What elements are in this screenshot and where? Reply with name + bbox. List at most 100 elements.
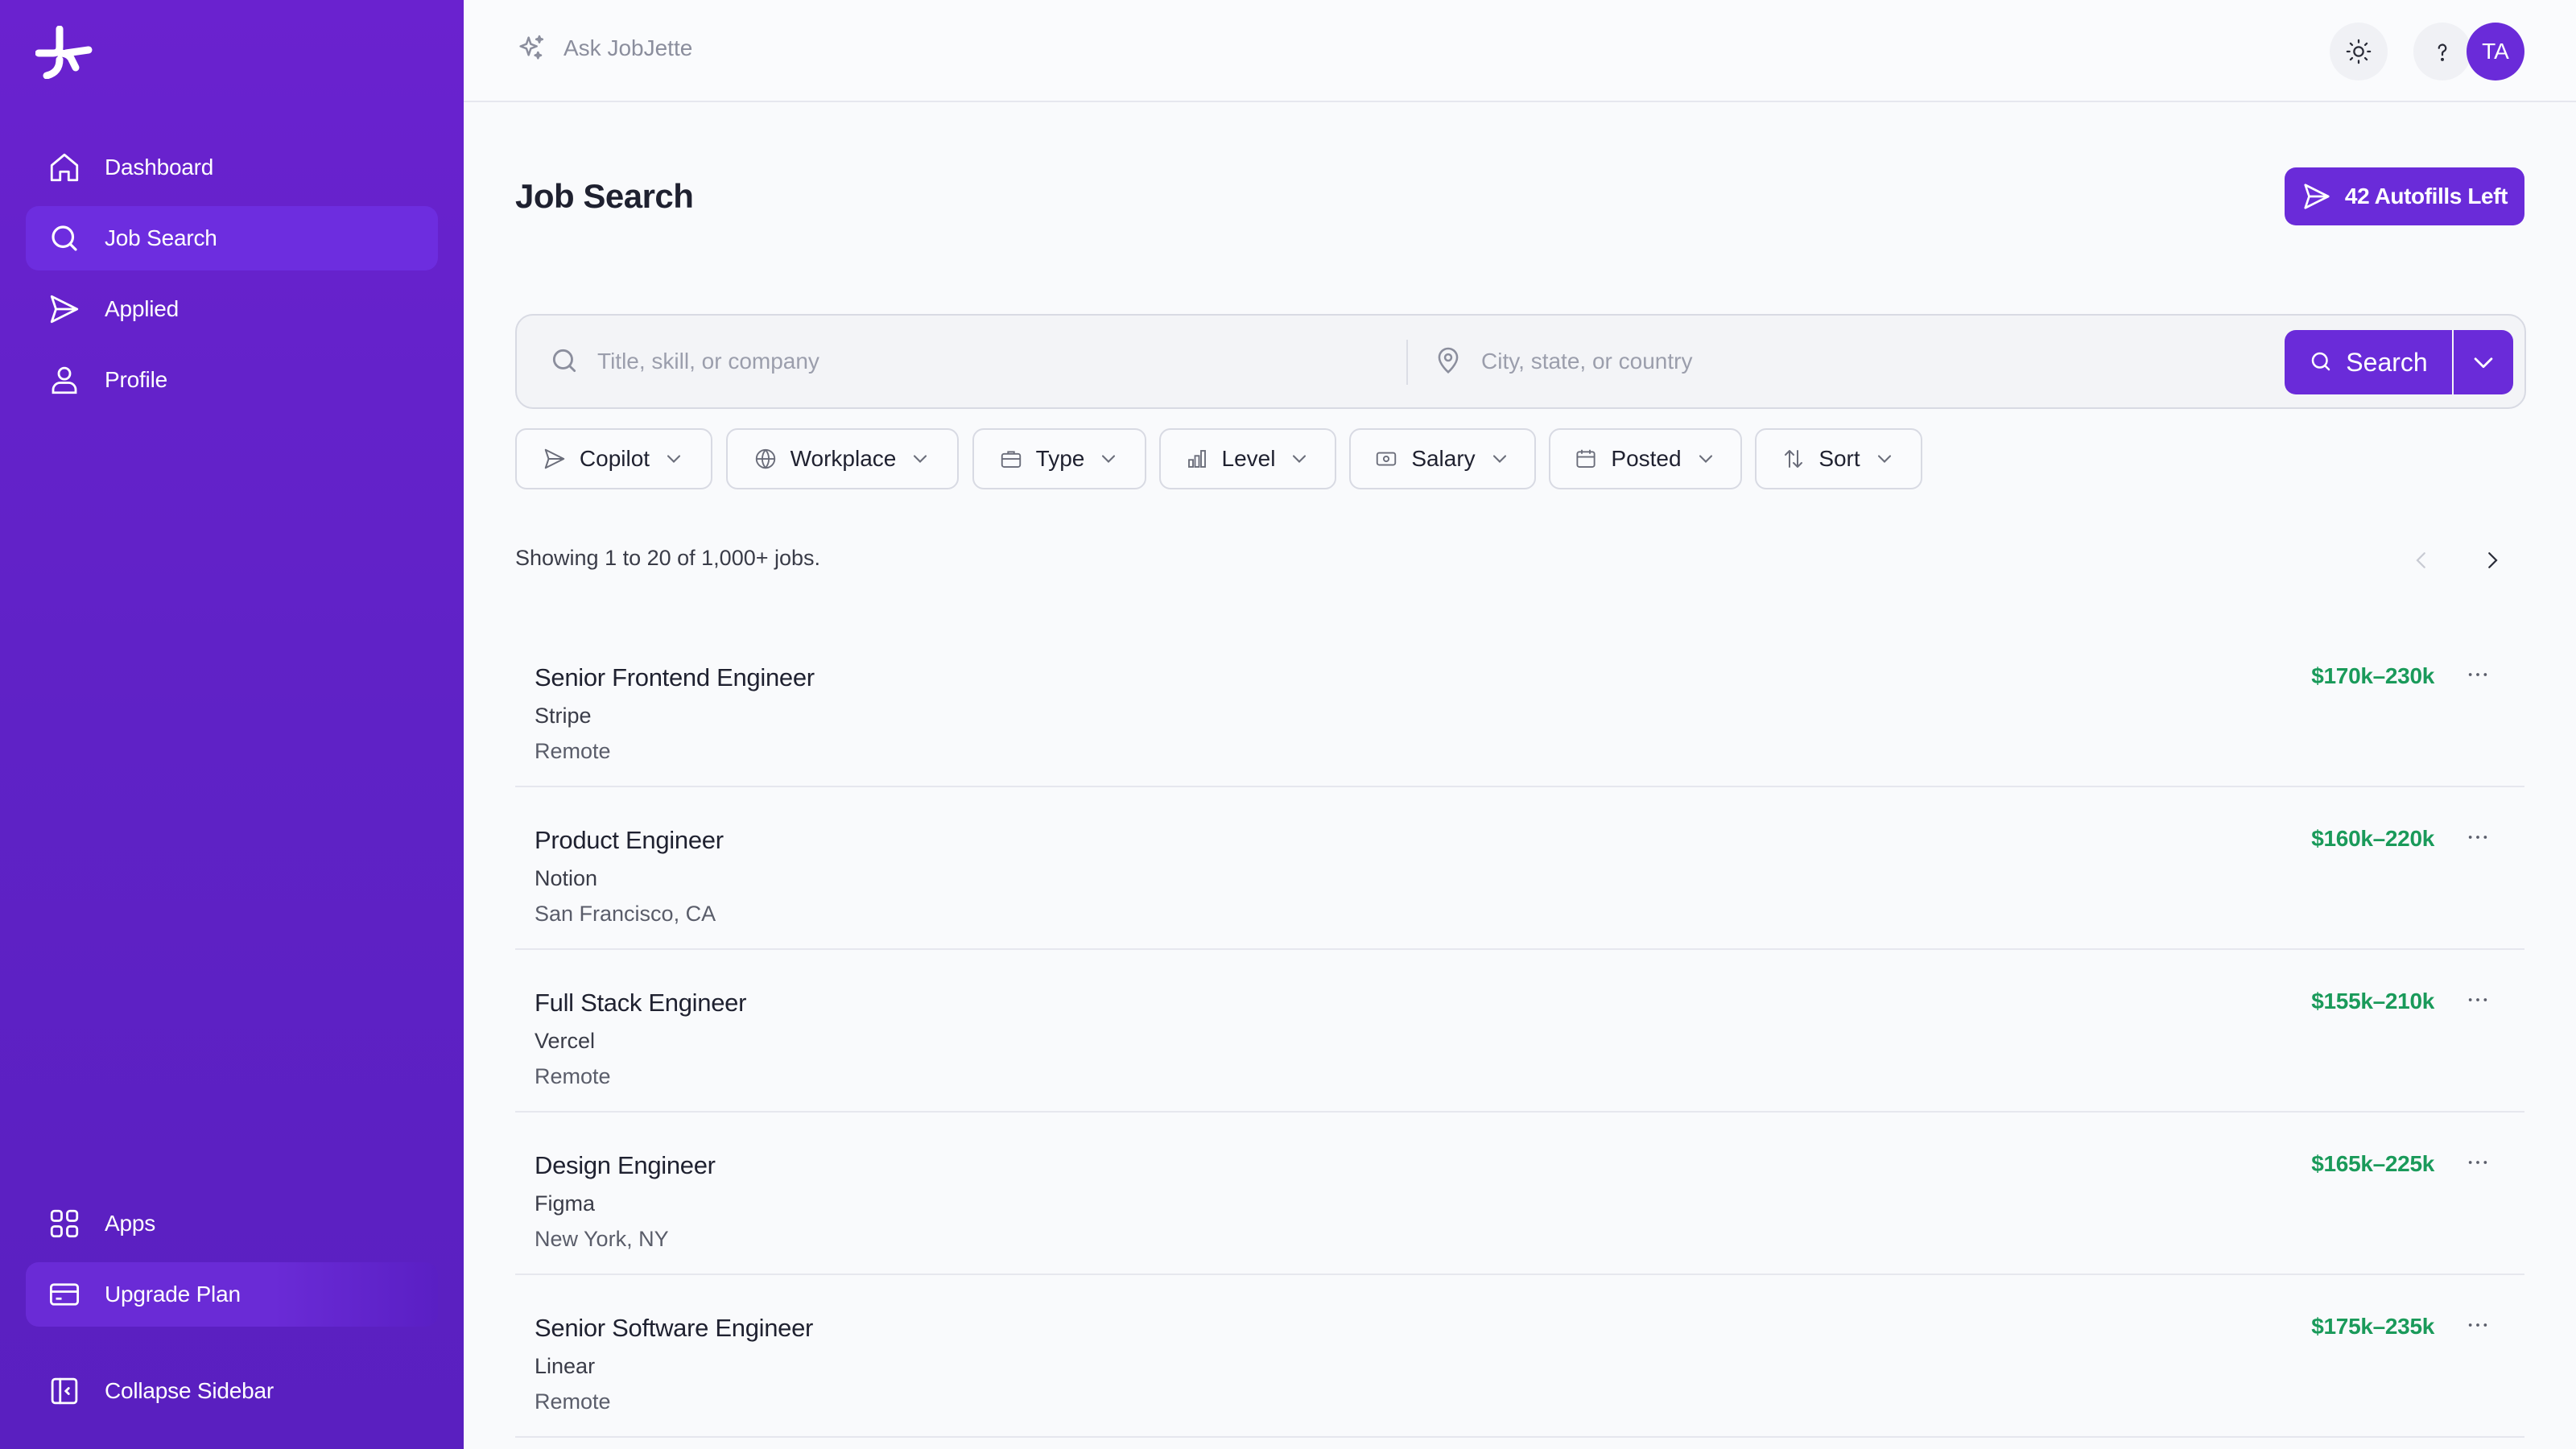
- job-salary: $170k–230k: [2311, 663, 2434, 688]
- filter-label: Level: [1221, 446, 1276, 471]
- filter-label: Sort: [1818, 446, 1860, 471]
- job-salary: $160k–220k: [2311, 826, 2434, 851]
- filter-label: Posted: [1611, 446, 1682, 471]
- sidebar-item-apps[interactable]: Apps: [26, 1191, 438, 1256]
- search-options-dropdown[interactable]: [2454, 330, 2513, 394]
- banknote-icon: [1374, 447, 1398, 471]
- sidebar-item-label: Upgrade Plan: [105, 1282, 241, 1307]
- map-pin-icon: [1433, 345, 1465, 378]
- job-more-options-button[interactable]: [2460, 819, 2496, 855]
- chevron-down-icon: [2470, 349, 2497, 376]
- job-title: Senior Software Engineer: [535, 1314, 814, 1342]
- location-field: [1433, 316, 2270, 407]
- job-listing[interactable]: Product Engineer Notion San Francisco, C…: [515, 787, 2524, 950]
- sparkles-icon: [515, 32, 547, 64]
- job-location: San Francisco, CA: [535, 902, 716, 926]
- job-title: Senior Frontend Engineer: [535, 663, 815, 691]
- filter-level[interactable]: Level: [1159, 428, 1336, 489]
- job-salary: $155k–210k: [2311, 989, 2434, 1013]
- ask-jobjette-button[interactable]: Ask JobJette: [515, 32, 692, 64]
- job-title: Design Engineer: [535, 1151, 716, 1179]
- search-icon: [2309, 349, 2334, 375]
- sidebar-item-job-search[interactable]: Job Search: [26, 206, 438, 270]
- help-button[interactable]: [2413, 23, 2471, 80]
- search-input[interactable]: [597, 349, 1370, 374]
- sidebar-item-label: Applied: [105, 296, 180, 321]
- page-title: Job Search: [515, 177, 694, 215]
- sidebar-item-label: Profile: [105, 367, 167, 392]
- job-location: New York, NY: [535, 1227, 669, 1251]
- more-horizontal-icon: [2465, 1150, 2491, 1175]
- bar-chart-icon: [1185, 447, 1209, 471]
- credit-card-icon: [45, 1275, 84, 1314]
- filter-copilot[interactable]: Copilot: [515, 428, 712, 489]
- ask-jobjette-label: Ask JobJette: [564, 35, 693, 60]
- chevron-down-icon: [1695, 448, 1717, 470]
- sidebar-item-dashboard[interactable]: Dashboard: [26, 135, 438, 200]
- chevron-down-icon: [1873, 448, 1896, 470]
- filter-label: Copilot: [579, 446, 650, 471]
- filter-type[interactable]: Type: [972, 428, 1146, 489]
- send-icon: [2301, 181, 2332, 212]
- chevron-right-icon: [2480, 548, 2504, 572]
- job-company: Notion: [535, 866, 598, 890]
- sun-icon: [2345, 38, 2372, 65]
- job-company: Stripe: [535, 704, 592, 728]
- job-more-options-button[interactable]: [2460, 982, 2496, 1018]
- jobjette-logo[interactable]: [35, 26, 93, 79]
- search-icon: [549, 345, 581, 378]
- sidebar-item-applied[interactable]: Applied: [26, 277, 438, 341]
- send-icon: [45, 290, 84, 328]
- search-button[interactable]: Search: [2285, 330, 2452, 394]
- filter-label: Salary: [1411, 446, 1476, 471]
- autofills-left-button[interactable]: 42 Autofills Left: [2285, 167, 2524, 225]
- home-icon: [45, 148, 84, 187]
- more-horizontal-icon: [2465, 824, 2491, 850]
- job-company: Vercel: [535, 1029, 596, 1053]
- next-page-button[interactable]: [2473, 541, 2512, 580]
- job-location: Remote: [535, 1064, 611, 1088]
- sidebar-item-label: Dashboard: [105, 155, 214, 180]
- topbar: Ask JobJette TA: [464, 0, 2576, 102]
- chevron-down-icon: [909, 448, 931, 470]
- filter-workplace[interactable]: Workplace: [726, 428, 959, 489]
- sidebar: Dashboard Job Search Applied Profile App…: [0, 0, 464, 1449]
- search-bar: Search: [515, 314, 2526, 409]
- sidebar-item-label: Job Search: [105, 225, 217, 250]
- theme-toggle-button[interactable]: [2330, 23, 2388, 80]
- briefcase-icon: [999, 447, 1023, 471]
- previous-page-button[interactable]: [2402, 541, 2441, 580]
- query-field: [549, 316, 1386, 407]
- results-count: Showing 1 to 20 of 1,000+ jobs.: [515, 546, 821, 570]
- question-mark-icon: [2429, 38, 2456, 65]
- search-divider: [1406, 340, 1408, 385]
- job-more-options-button[interactable]: [2460, 1145, 2496, 1180]
- filter-salary[interactable]: Salary: [1349, 428, 1536, 489]
- job-salary: $165k–225k: [2311, 1151, 2434, 1176]
- job-more-options-button[interactable]: [2460, 1307, 2496, 1343]
- filter-posted[interactable]: Posted: [1549, 428, 1742, 489]
- avatar[interactable]: TA: [2467, 23, 2524, 80]
- job-title: Product Engineer: [535, 826, 724, 854]
- grid-icon: [45, 1204, 84, 1243]
- chevron-down-icon: [663, 448, 685, 470]
- sidebar-item-upgrade-plan[interactable]: Upgrade Plan: [26, 1262, 438, 1327]
- user-icon: [45, 361, 84, 399]
- job-listing[interactable]: Full Stack Engineer Vercel Remote $155k–…: [515, 950, 2524, 1113]
- sidebar-item-collapse[interactable]: Collapse Sidebar: [26, 1359, 438, 1423]
- job-company: Figma: [535, 1191, 596, 1216]
- job-listing[interactable]: Design Engineer Figma New York, NY $165k…: [515, 1113, 2524, 1275]
- chevron-down-icon: [1288, 448, 1311, 470]
- globe-icon: [753, 447, 778, 471]
- job-listing[interactable]: Senior Software Engineer Linear Remote $…: [515, 1275, 2524, 1438]
- job-more-options-button[interactable]: [2460, 657, 2496, 692]
- job-listing[interactable]: Senior Frontend Engineer Stripe Remote $…: [515, 625, 2524, 787]
- sidebar-item-label: Collapse Sidebar: [105, 1378, 275, 1403]
- location-input[interactable]: [1481, 349, 2254, 374]
- more-horizontal-icon: [2465, 662, 2491, 687]
- sidebar-item-profile[interactable]: Profile: [26, 348, 438, 412]
- filter-sort[interactable]: Sort: [1755, 428, 1922, 489]
- sort-arrows-icon: [1781, 447, 1806, 471]
- job-salary: $175k–235k: [2311, 1314, 2434, 1339]
- chevron-left-icon: [2409, 548, 2434, 572]
